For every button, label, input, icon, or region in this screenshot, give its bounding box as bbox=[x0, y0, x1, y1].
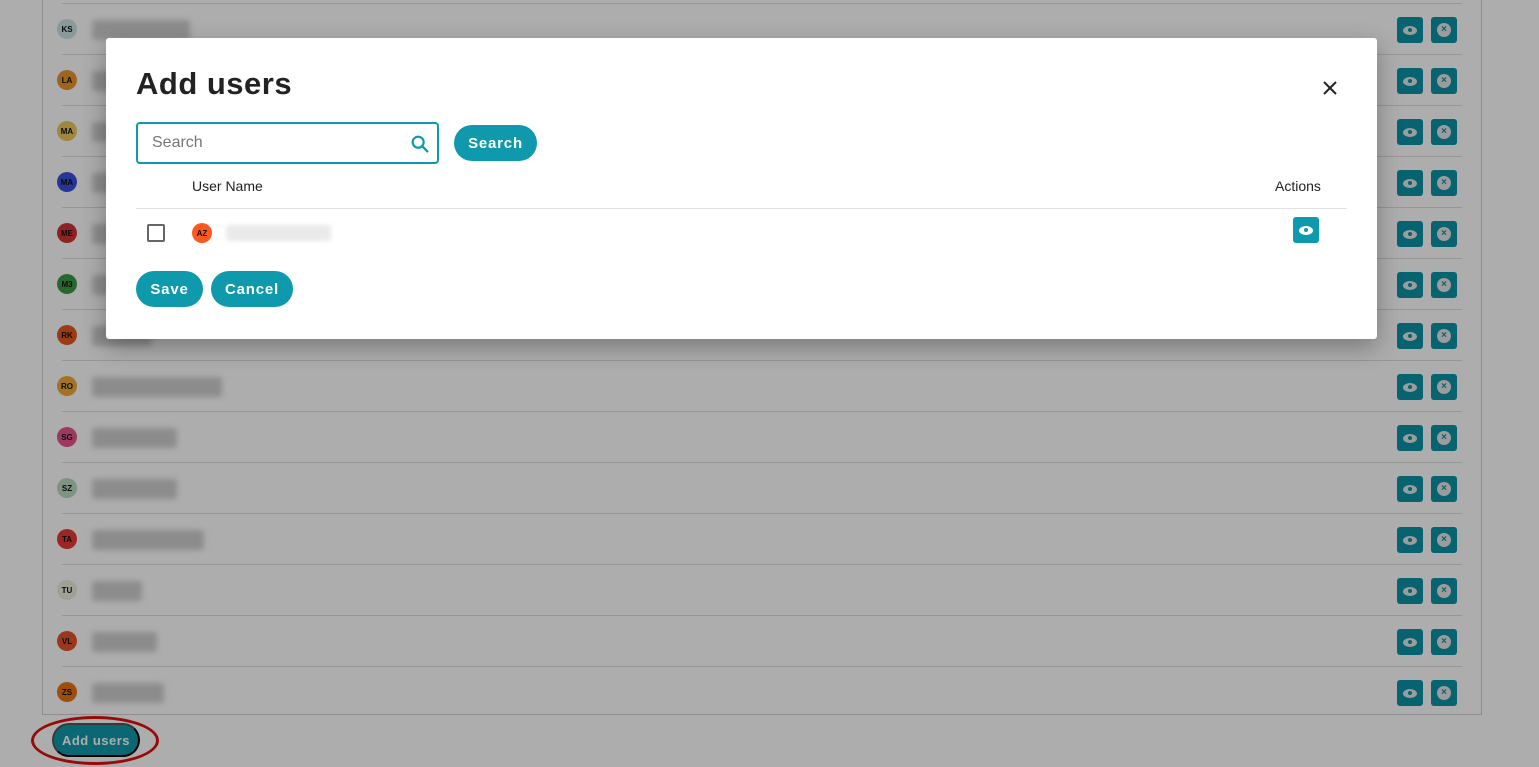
dialog-title: Add users bbox=[136, 66, 293, 101]
row-checkbox[interactable] bbox=[147, 224, 165, 242]
eye-icon bbox=[1299, 225, 1313, 235]
avatar: AZ bbox=[192, 223, 212, 243]
user-name-redacted bbox=[226, 225, 331, 241]
search-button[interactable]: Search bbox=[454, 125, 537, 161]
search-field[interactable] bbox=[136, 122, 439, 164]
close-button[interactable] bbox=[1318, 76, 1342, 100]
header-divider bbox=[136, 208, 1347, 209]
cancel-button[interactable]: Cancel bbox=[211, 271, 293, 307]
add-users-dialog: Add users Search User Name Actions AZ Sa… bbox=[106, 38, 1377, 339]
column-header-user-name: User Name bbox=[192, 178, 263, 194]
view-user-button[interactable] bbox=[1293, 217, 1319, 243]
search-icon[interactable] bbox=[409, 133, 431, 155]
column-header-actions: Actions bbox=[1275, 178, 1321, 194]
search-input[interactable] bbox=[138, 124, 403, 162]
save-button[interactable]: Save bbox=[136, 271, 203, 307]
close-icon bbox=[1323, 81, 1337, 95]
